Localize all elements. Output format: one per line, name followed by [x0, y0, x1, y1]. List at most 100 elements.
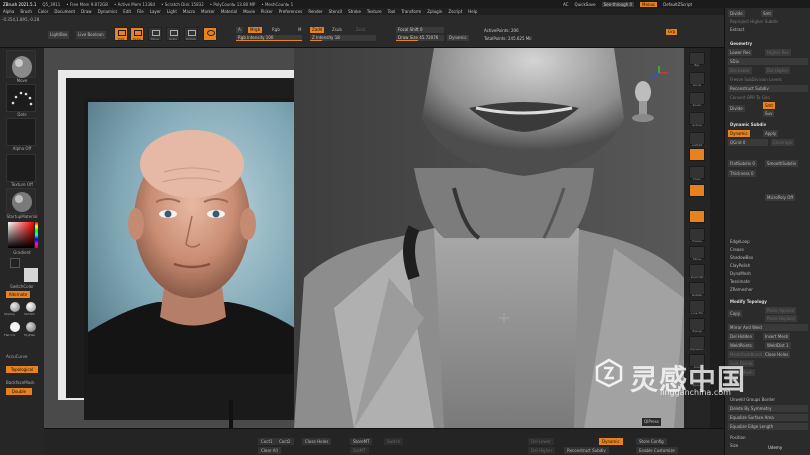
reconstruct-subdiv-button[interactable]: Reconstruct Subdiv — [728, 85, 808, 92]
smoothsubdiv-slider[interactable]: SmoothSubdiv — [765, 160, 799, 167]
extract-button[interactable]: Extract — [728, 26, 808, 33]
equalize-surface-button[interactable]: Equalize Surface Area — [728, 414, 808, 421]
welddist-slider[interactable]: WeldDist 1 — [765, 342, 791, 349]
ac-button[interactable]: AC — [563, 2, 568, 7]
geometry-section-header[interactable]: Geometry — [728, 40, 808, 47]
matcap-skinshade-icon[interactable] — [26, 302, 36, 312]
zoom3d-button[interactable]: Zoom3D — [689, 264, 705, 279]
line-fill-button[interactable]: Line Fill — [689, 300, 705, 315]
aahalf-button[interactable]: AAHalf — [689, 132, 705, 147]
head-navigator-thumbnail[interactable] — [630, 76, 656, 122]
menu-stencil[interactable]: Stencil — [329, 9, 343, 14]
divide-top-button[interactable]: Divide — [728, 10, 745, 17]
enable-customize-button[interactable]: Enable Customize — [636, 447, 678, 454]
menu-help[interactable]: Help — [468, 9, 477, 14]
coct1-button[interactable]: Coct1 — [258, 438, 276, 445]
clear-all-button[interactable]: Clear All — [258, 447, 281, 454]
hue-strip[interactable] — [35, 222, 38, 248]
coverage-slider[interactable]: Coverage — [771, 139, 795, 146]
quicksave-button[interactable]: QuickSave — [574, 2, 595, 7]
convert-bpr-button[interactable]: Convert BPR To Geo — [728, 94, 808, 101]
color-picker[interactable] — [8, 222, 38, 248]
menu-material[interactable]: Material — [221, 9, 237, 14]
a-channel-button[interactable]: A — [236, 27, 243, 33]
menu-document[interactable]: Document — [54, 9, 75, 14]
menu-draw[interactable]: Draw — [81, 9, 91, 14]
menus-button[interactable]: Menus — [640, 1, 658, 7]
live-boolean-button[interactable]: Live Boolean — [76, 31, 106, 39]
menu-texture[interactable]: Texture — [367, 9, 382, 14]
dynamic-subdiv-header[interactable]: Dynamic Subdiv — [728, 121, 808, 128]
toyplastic-icon[interactable] — [26, 322, 36, 332]
coct2-button[interactable]: Coct2 — [276, 438, 294, 445]
modify-topology-header[interactable]: Modify Topology — [728, 298, 808, 305]
higher-res-button[interactable]: Higher Res — [765, 49, 791, 56]
material-thumb[interactable] — [6, 188, 36, 214]
move-tool-button[interactable]: Move — [148, 27, 162, 41]
zoom-button[interactable]: Zoom — [689, 92, 705, 107]
scroll-button[interactable]: Scroll — [689, 72, 705, 87]
menu-zplugin[interactable]: Zplugin — [427, 9, 442, 14]
suv-button[interactable]: Suv — [763, 110, 775, 117]
qipress-button[interactable]: QIPress — [642, 418, 661, 426]
actual-button[interactable]: Actual — [689, 112, 705, 127]
menu-edit[interactable]: Edit — [123, 9, 131, 14]
persp-button[interactable]: Persp — [689, 148, 705, 163]
alternate-button[interactable]: Alternate — [6, 291, 30, 298]
dynamic-view-button[interactable]: Dynamic — [689, 336, 705, 351]
menu-layer[interactable]: Layer — [150, 9, 161, 14]
menu-movie[interactable]: Movie — [243, 9, 255, 14]
draw-tool-button[interactable]: Draw — [130, 27, 144, 41]
edgeloop-button[interactable]: EdgeLoop — [728, 238, 808, 245]
menu-alpha[interactable]: Alpha — [3, 9, 14, 14]
texture-thumb[interactable] — [6, 154, 36, 182]
dynamic-size-button[interactable]: Dynamic — [447, 35, 469, 41]
delete-symmetry-button[interactable]: Delete By Symmetry — [728, 405, 808, 412]
menu-render[interactable]: Render — [308, 9, 322, 14]
flat-color-icon[interactable] — [10, 322, 20, 332]
menu-transform[interactable]: Transform — [401, 9, 421, 14]
lower-res-button[interactable]: Lower Res — [728, 49, 753, 56]
move-view-button[interactable]: Move — [689, 246, 705, 261]
del-lower-button[interactable]: Del Lower — [728, 67, 752, 74]
micropoly-button[interactable]: MicroPoly Off — [765, 194, 796, 201]
gyro-button[interactable]: Grp — [666, 29, 678, 35]
rotate-tool-button[interactable]: Rotate — [184, 27, 198, 41]
draw-size-slider[interactable]: Draw Size 45.72076 — [396, 35, 444, 41]
menu-tool[interactable]: Tool — [388, 9, 396, 14]
menu-preferences[interactable]: Preferences — [279, 9, 303, 14]
menu-dynamics[interactable]: Dynamics — [98, 9, 118, 14]
dynamesh-button[interactable]: DynaMesh — [728, 270, 808, 277]
rotate-view-button[interactable]: Rotate — [689, 282, 705, 297]
smt-button[interactable]: Smt — [763, 102, 776, 109]
accucurve-toggle[interactable]: AccuCurve — [6, 354, 46, 359]
close-holes-bottom-button[interactable]: Close Holes — [302, 438, 332, 445]
menu-stroke[interactable]: Stroke — [348, 9, 361, 14]
secondary-color-swatch[interactable] — [10, 258, 20, 268]
qgrid-slider[interactable]: QGrid 0 — [728, 139, 768, 146]
reproject-subdiv-button[interactable]: Reproject Higher Subdiv — [728, 18, 808, 25]
dynamic-subdiv-button[interactable]: Dynamic — [728, 130, 750, 137]
menu-picker[interactable]: Picker — [261, 9, 273, 14]
default-zscript-button[interactable]: DefaultZScript — [663, 2, 692, 7]
del-higher-button[interactable]: Del Higher — [765, 67, 791, 74]
mirror-weld-button[interactable]: Mirror And Weld — [728, 324, 808, 331]
m-button[interactable]: M — [296, 27, 303, 33]
menu-file[interactable]: File — [137, 9, 144, 14]
paste-append-button[interactable]: Paste Append — [765, 307, 797, 314]
xyz-button[interactable]: Qxyz — [689, 210, 705, 225]
alpha-thumb[interactable] — [6, 118, 36, 146]
viewport-canvas[interactable]: QIPress — [44, 48, 684, 428]
del-lower-bottom-button[interactable]: Del Lower — [528, 438, 554, 445]
bpr-button[interactable]: Bpr — [689, 52, 705, 67]
reference-photo-frame[interactable] — [84, 98, 302, 420]
topological-button[interactable]: Topological — [6, 366, 38, 373]
zremesher-button[interactable]: ZRemesher — [728, 286, 808, 293]
divide-button[interactable]: Divide — [728, 105, 745, 112]
menu-color[interactable]: Color — [38, 9, 48, 14]
see-through-slider[interactable]: See-through 0 — [601, 1, 635, 7]
claypolish-button[interactable]: ClayPolish — [728, 262, 808, 269]
sdiv-slider[interactable]: SDiv — [728, 58, 808, 65]
store-mt-button[interactable]: StoreMT — [350, 438, 373, 445]
shadowbox-button[interactable]: ShadowBox — [728, 254, 808, 261]
